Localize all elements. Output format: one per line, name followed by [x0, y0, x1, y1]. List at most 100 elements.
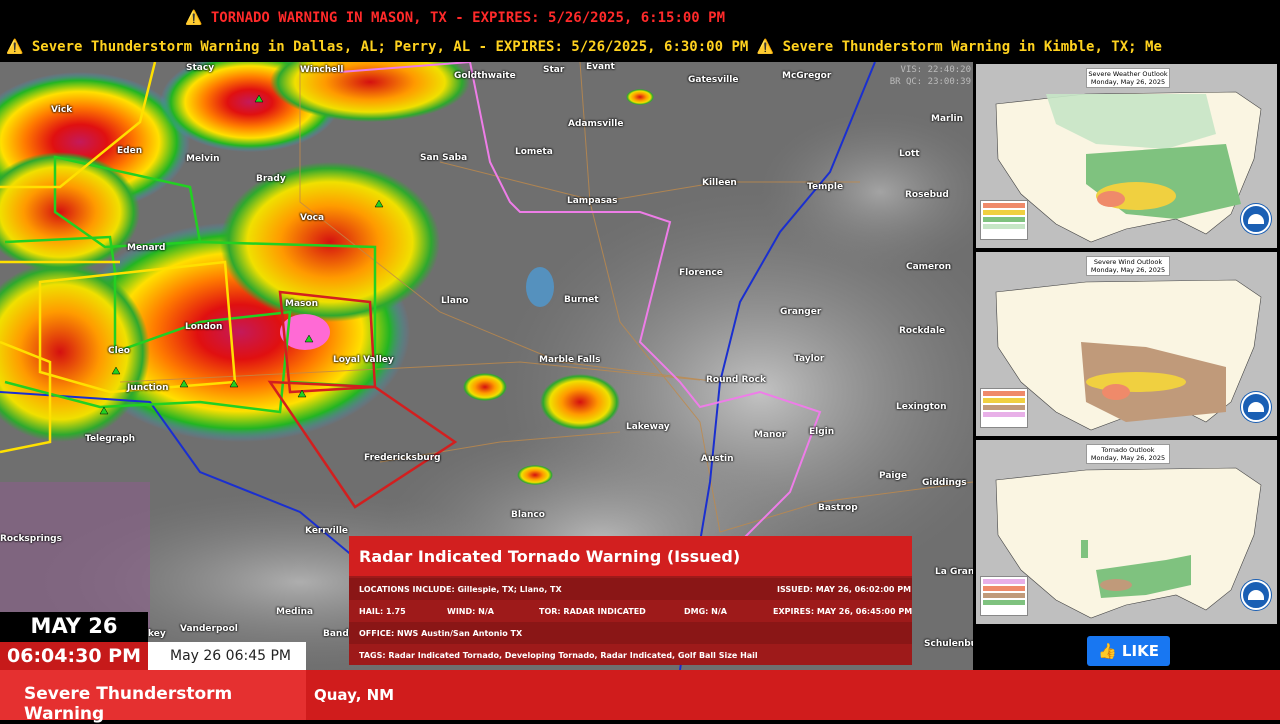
city-label: Rockdale — [899, 326, 946, 336]
city-label: Goldthwaite — [454, 71, 516, 81]
alert-row-details: HAIL: 1.75 WIND: N/A TOR: RADAR INDICATE… — [349, 600, 912, 622]
alert-hail: HAIL: 1.75 — [359, 607, 406, 616]
tornado-alert-card: Radar Indicated Tornado Warning (Issued)… — [349, 536, 912, 665]
severe-warning-ticker: ⚠️ Severe Thunderstorm Warning in Dallas… — [0, 36, 1280, 62]
city-label: Rocksprings — [0, 534, 62, 544]
city-label: Gatesville — [688, 75, 739, 85]
city-label: Medina — [276, 607, 314, 617]
city-label: Adamsville — [568, 119, 624, 129]
outlook-title: Severe Wind Outlook Monday, May 26, 2025 — [1086, 256, 1170, 276]
alert-dmg: DMG: N/A — [684, 607, 727, 616]
ticker-secondary-text: ⚠️ Severe Thunderstorm Warning in Dallas… — [6, 39, 1162, 55]
current-time: 06:04:30 PM — [7, 645, 141, 667]
city-label: Lott — [899, 149, 920, 159]
outlook-title-text: Tornado Outlook — [1101, 446, 1155, 454]
expiry-time: May 26 06:45 PM — [170, 648, 291, 664]
city-label: Blanco — [511, 510, 545, 520]
city-label: Brady — [256, 174, 286, 184]
city-label: McGregor — [782, 71, 832, 81]
city-label: Florence — [679, 268, 723, 278]
city-label: Austin — [701, 454, 734, 464]
city-label: Temple — [807, 182, 844, 192]
city-label: Eden — [117, 146, 143, 156]
alert-row-locations: LOCATIONS INCLUDE: Gillespie, TX; Llano,… — [349, 578, 912, 600]
city-label: key — [148, 629, 166, 639]
city-label: Killeen — [702, 178, 737, 188]
city-label: Fredericksburg — [364, 453, 441, 463]
tornado-outlook-panel: Tornado Outlook Monday, May 26, 2025 — [976, 440, 1277, 624]
city-label: San Saba — [420, 153, 468, 163]
city-label: Bastrop — [818, 503, 858, 513]
alert-row-tags: TAGS: Radar Indicated Tornado, Developin… — [349, 644, 912, 666]
alert-locations: LOCATIONS INCLUDE: Gillespie, TX; Llano,… — [359, 585, 562, 594]
alert-area-label: Quay, NM — [314, 686, 395, 704]
city-label: Menard — [127, 243, 166, 253]
outlook-title-text: Severe Wind Outlook — [1093, 258, 1163, 266]
city-label: Round Rock — [706, 375, 766, 385]
like-button[interactable]: 👍 LIKE — [1087, 636, 1170, 666]
city-label: Elgin — [809, 427, 835, 437]
outlook-date: Monday, May 26, 2025 — [1090, 266, 1166, 274]
city-label: Winchell — [300, 65, 344, 75]
city-label: Evant — [586, 62, 615, 72]
severe-weather-outlook-panel: Severe Weather Outlook Monday, May 26, 20… — [976, 64, 1277, 248]
alert-type-box: Severe Thunderstorm Warning — [0, 670, 306, 724]
date-display: MAY 26 — [0, 612, 148, 642]
alert-tor: TOR: RADAR INDICATED — [539, 607, 646, 616]
city-label: Star — [543, 65, 565, 75]
city-label: Melvin — [186, 154, 220, 164]
city-label: Junction — [127, 383, 169, 393]
city-label: Telegraph — [85, 434, 136, 444]
alert-expires: EXPIRES: MAY 26, 06:45:00 PM — [773, 607, 913, 616]
city-label: Lexington — [896, 402, 947, 412]
city-label: Loyal Valley — [333, 355, 394, 365]
city-label: Vanderpool — [180, 624, 238, 634]
city-label: Voca — [300, 213, 325, 223]
city-label: Burnet — [564, 295, 599, 305]
outlook-legend — [980, 200, 1028, 240]
city-label: Giddings — [922, 478, 967, 488]
alert-type-label: Severe Thunderstorm Warning — [24, 684, 233, 724]
city-label: Marlin — [931, 114, 964, 124]
alert-office: OFFICE: NWS Austin/San Antonio TX — [359, 629, 523, 638]
alert-issued: ISSUED: MAY 26, 06:02:00 PM — [777, 585, 912, 594]
time-display: 06:04:30 PM — [0, 642, 148, 670]
alert-header: Radar Indicated Tornado Warning (Issued) — [349, 536, 912, 576]
city-label: Llano — [441, 296, 469, 306]
current-date: MAY 26 — [30, 614, 118, 638]
city-label: Cleo — [108, 346, 130, 356]
expiry-display: May 26 06:45 PM — [148, 642, 306, 670]
city-label: Paige — [879, 471, 908, 481]
bottom-alert-bar: Severe Thunderstorm Warning Quay, NM — [0, 670, 1280, 724]
spc-outlook-column: Severe Weather Outlook Monday, May 26, 20… — [973, 62, 1280, 670]
city-label: Lakeway — [626, 422, 670, 432]
city-label: Granger — [780, 307, 822, 317]
outlook-legend — [980, 576, 1028, 616]
outlook-date: Monday, May 26, 2025 — [1090, 454, 1166, 462]
city-label: La Gran — [935, 567, 973, 577]
noaa-logo-icon — [1241, 392, 1271, 422]
vis-time: VIS: 22:40:20 — [900, 65, 971, 75]
city-label: Lampasas — [567, 196, 618, 206]
outlook-date: Monday, May 26, 2025 — [1090, 78, 1166, 86]
city-label: Cameron — [906, 262, 952, 272]
alert-title: Radar Indicated Tornado Warning (Issued) — [359, 547, 741, 566]
city-label: London — [185, 322, 223, 332]
city-label: Lometa — [515, 147, 553, 157]
outlook-legend — [980, 388, 1028, 428]
outlook-title: Tornado Outlook Monday, May 26, 2025 — [1086, 444, 1170, 464]
outlook-title: Severe Weather Outlook Monday, May 26, 20… — [1086, 68, 1170, 88]
radar-timestamp: VIS: 22:40:20 BR QC: 23:00:39 — [890, 64, 971, 88]
outlook-title-text: Severe Weather Outlook — [1088, 70, 1168, 78]
severe-wind-outlook-panel: Severe Wind Outlook Monday, May 26, 2025 — [976, 252, 1277, 436]
city-label: Marble Falls — [539, 355, 601, 365]
city-label: Vick — [51, 105, 73, 115]
ticker-primary-text: ⚠️ TORNADO WARNING IN MASON, TX - EXPIRE… — [185, 10, 726, 26]
city-label: Manor — [754, 430, 787, 440]
city-label: Taylor — [794, 354, 825, 364]
noaa-logo-icon — [1241, 580, 1271, 610]
alert-tags: TAGS: Radar Indicated Tornado, Developin… — [359, 651, 758, 660]
city-label: Rosebud — [905, 190, 949, 200]
tornado-warning-ticker: ⚠️ TORNADO WARNING IN MASON, TX - EXPIRE… — [0, 0, 1280, 36]
br-qc-time: BR QC: 23:00:39 — [889, 77, 971, 87]
